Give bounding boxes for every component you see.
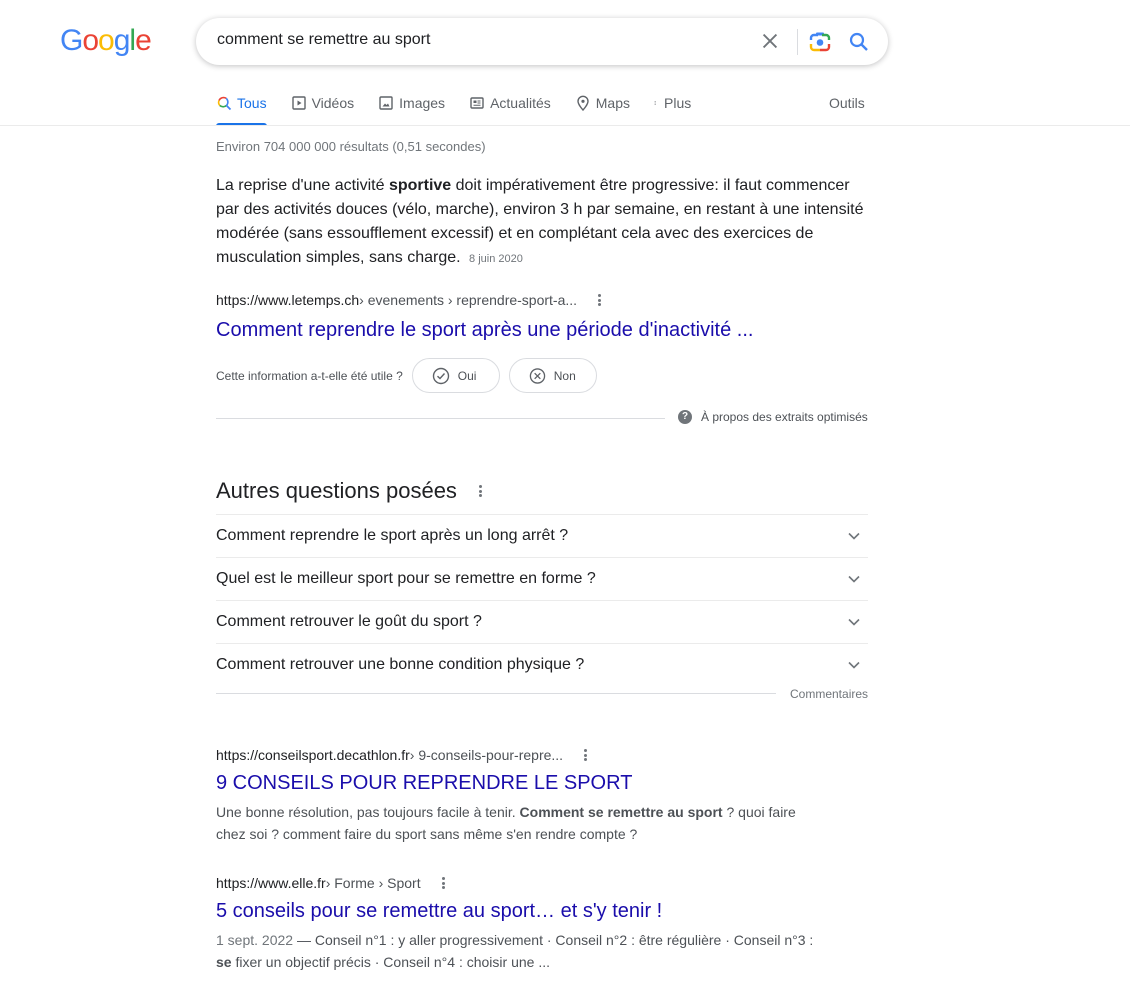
- paa-divider: [216, 693, 776, 694]
- logo-letter: G: [60, 24, 83, 57]
- snippet-divider: [216, 418, 665, 419]
- result-title-link[interactable]: 9 CONSEILS POUR REPRENDRE LE SPORT: [216, 770, 816, 796]
- tab-more[interactable]: Plus: [654, 92, 691, 126]
- tab-news[interactable]: Actualités: [469, 92, 551, 126]
- google-logo[interactable]: Google: [60, 24, 152, 58]
- search-input[interactable]: [217, 31, 737, 49]
- feedback-link[interactable]: Commentaires: [790, 687, 868, 701]
- header-divider: [0, 125, 1130, 126]
- tab-label: Images: [399, 95, 446, 111]
- tab-label: Tous: [237, 95, 267, 111]
- snippet-feedback: Cette information a-t-elle été utile ? O…: [216, 358, 597, 393]
- tab-images[interactable]: Images: [378, 92, 445, 126]
- url-breadcrumb: › evenements › reprendre-sport-a...: [359, 292, 578, 308]
- paa-question-text: Quel est le meilleur sport pour se remet…: [216, 570, 596, 587]
- about-featured-snippets-link[interactable]: ? À propos des extraits optimisés: [678, 410, 868, 424]
- tools-button[interactable]: Outils: [829, 92, 865, 114]
- desc-text: fixer un objectif précis · Conseil n°4 :…: [231, 954, 550, 970]
- tab-label: Plus: [664, 95, 692, 111]
- feedback-yes-label: Oui: [457, 368, 477, 383]
- tab-all[interactable]: Tous: [216, 92, 267, 126]
- about-label: À propos des extraits optimisés: [701, 410, 868, 424]
- camera-lens-icon: [809, 32, 831, 52]
- result-description: Une bonne résolution, pas toujours facil…: [216, 801, 816, 845]
- paa-question[interactable]: Comment retrouver le goût du sport ?: [216, 600, 868, 643]
- url-domain: https://www.letemps.ch: [216, 292, 360, 308]
- desc-text: Une bonne résolution, pas toujours facil…: [216, 804, 520, 820]
- logo-letter: o: [98, 24, 115, 57]
- help-icon: ?: [678, 410, 692, 424]
- result-url[interactable]: https://www.elle.fr › Forme › Sport: [216, 875, 816, 891]
- close-icon: [762, 33, 778, 49]
- logo-letter: o: [82, 24, 99, 57]
- paa-question-text: Comment reprendre le sport après un long…: [216, 527, 569, 544]
- result-description: 1 sept. 2022 — Conseil n°1 : y aller pro…: [216, 929, 816, 973]
- logo-letter: e: [135, 24, 152, 57]
- paa-question[interactable]: Quel est le meilleur sport pour se remet…: [216, 557, 868, 600]
- paa-question[interactable]: Comment reprendre le sport après un long…: [216, 514, 868, 557]
- more-options-icon[interactable]: [598, 294, 602, 306]
- more-options-icon[interactable]: [441, 877, 445, 889]
- people-also-ask-list: Comment reprendre le sport après un long…: [216, 514, 868, 686]
- news-icon: [470, 97, 484, 109]
- more-vert-icon: [654, 101, 656, 105]
- chevron-down-icon: [848, 575, 860, 583]
- snippet-date: 8 juin 2020: [469, 253, 523, 265]
- paa-question-text: Comment retrouver une bonne condition ph…: [216, 656, 585, 673]
- featured-snippet-title-link[interactable]: Comment reprendre le sport après une pér…: [216, 317, 753, 343]
- people-also-ask-heading: Autres questions posées: [216, 478, 482, 504]
- url-domain: https://www.elle.fr: [216, 875, 326, 891]
- logo-letter: g: [113, 24, 131, 57]
- url-breadcrumb: › Forme › Sport: [325, 875, 421, 891]
- result-url[interactable]: https://conseilsport.decathlon.fr › 9-co…: [216, 747, 816, 763]
- chevron-down-icon: [848, 618, 860, 626]
- search-tabs: Tous Vidéos Images Actualités Maps Plus: [216, 92, 715, 126]
- tab-videos[interactable]: Vidéos: [291, 92, 355, 126]
- feedback-yes-button[interactable]: Oui: [411, 358, 500, 393]
- search-result: https://conseilsport.decathlon.fr › 9-co…: [216, 747, 816, 845]
- tab-maps[interactable]: Maps: [575, 92, 630, 126]
- more-options-icon[interactable]: [478, 485, 482, 497]
- featured-snippet-text: La reprise d'une activité sportive doit …: [216, 174, 868, 271]
- desc-highlight: Comment se remettre au sport: [519, 804, 723, 820]
- desc-highlight: se: [216, 954, 232, 970]
- search-icon: [217, 96, 232, 111]
- result-stats: Environ 704 000 000 résultats (0,51 seco…: [216, 139, 486, 154]
- paa-question-text: Comment retrouver le goût du sport ?: [216, 613, 482, 630]
- search-box: [196, 18, 888, 65]
- tab-label: Actualités: [490, 95, 551, 111]
- clear-button[interactable]: [759, 30, 781, 52]
- search-divider: [797, 29, 798, 55]
- x-circle-icon: [529, 367, 545, 384]
- video-icon: [291, 96, 306, 110]
- url-domain: https://conseilsport.decathlon.fr: [216, 747, 410, 763]
- tab-label: Vidéos: [311, 95, 355, 111]
- tab-label: Maps: [595, 95, 630, 111]
- result-date: 1 sept. 2022: [216, 932, 294, 948]
- result-title-link[interactable]: 5 conseils pour se remettre au sport… et…: [216, 898, 816, 924]
- chevron-down-icon: [848, 661, 860, 669]
- more-options-icon[interactable]: [584, 749, 588, 761]
- snippet-text: La reprise d'une activité: [216, 177, 389, 194]
- snippet-highlight: sportive: [388, 177, 452, 194]
- featured-snippet-url[interactable]: https://www.letemps.ch › evenements › re…: [216, 292, 602, 308]
- chevron-down-icon: [848, 532, 860, 540]
- feedback-question: Cette information a-t-elle été utile ?: [216, 368, 403, 383]
- url-breadcrumb: › 9-conseils-pour-repre...: [409, 747, 564, 763]
- search-icon: [849, 32, 868, 51]
- image-icon: [379, 96, 393, 110]
- search-result: https://www.elle.fr › Forme › Sport 5 co…: [216, 875, 816, 973]
- paa-question[interactable]: Comment retrouver une bonne condition ph…: [216, 643, 868, 686]
- map-pin-icon: [577, 95, 589, 111]
- feedback-no-button[interactable]: Non: [508, 358, 597, 393]
- feedback-no-label: Non: [553, 368, 576, 383]
- paa-title: Autres questions posées: [216, 478, 457, 503]
- search-button[interactable]: [847, 30, 871, 54]
- desc-text: — Conseil n°1 : y aller progressivement …: [293, 932, 814, 948]
- google-lens-button[interactable]: [808, 30, 832, 54]
- check-circle-icon: [432, 367, 449, 384]
